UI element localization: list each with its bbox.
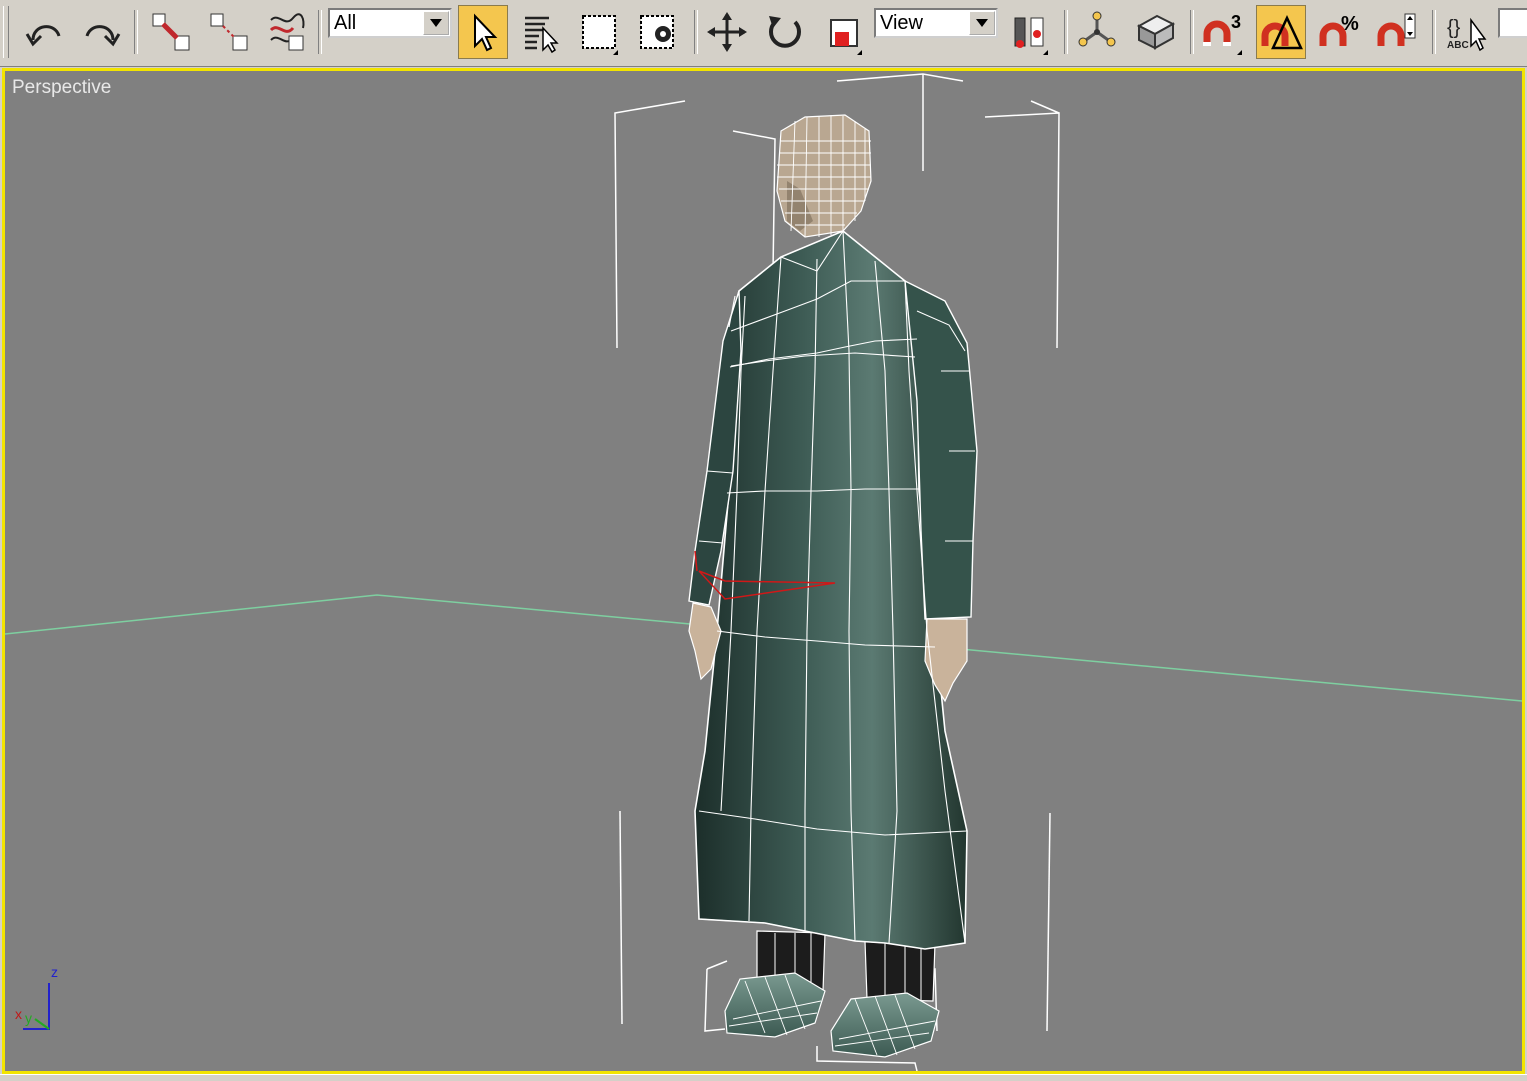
rotate-icon <box>769 16 801 48</box>
percent-snap-icon: % <box>1319 13 1359 46</box>
bind-to-space-warp-button[interactable] <box>262 5 312 59</box>
reference-coordinate-dropdown[interactable]: View <box>874 8 998 38</box>
flyout-indicator <box>857 50 862 55</box>
pivot-center-icon <box>1014 17 1044 48</box>
select-by-name-icon <box>525 16 559 54</box>
svg-text:%: % <box>1341 13 1359 35</box>
snaps-toggle-button[interactable]: 3 <box>1198 5 1248 59</box>
selection-filter-dropdown[interactable]: All <box>328 8 452 38</box>
toolbar-separator <box>1190 10 1194 54</box>
selection-rectangle-icon <box>582 15 616 49</box>
svg-text:{}: {} <box>1447 17 1461 39</box>
spinner-snap-toggle-button[interactable] <box>1372 5 1422 59</box>
unlink-selection-button[interactable] <box>204 5 254 59</box>
svg-text:ABC: ABC <box>1447 40 1469 51</box>
spinner-snap-icon <box>1377 13 1416 46</box>
perspective-viewport[interactable]: Perspective z x y <box>2 68 1525 1074</box>
use-pivot-center-button[interactable] <box>1004 5 1054 59</box>
select-and-manipulate-button[interactable] <box>1072 5 1122 59</box>
main-toolbar: All View 3 % {} ABC <box>0 0 1527 67</box>
toolbar-separator <box>318 10 322 54</box>
select-and-move-button[interactable] <box>702 5 752 59</box>
edit-named-selection-sets-button[interactable]: {} ABC <box>1440 5 1490 59</box>
cursor-arrow-icon <box>474 13 498 52</box>
keyboard-shortcut-override-button[interactable] <box>1130 5 1180 59</box>
manipulate-icon <box>1078 11 1116 47</box>
keyboard-shortcut-icon <box>1136 14 1176 50</box>
chevron-down-icon[interactable] <box>423 11 449 35</box>
toolbar-separator <box>694 10 698 54</box>
toolbar-separator <box>134 10 138 54</box>
reference-coordinate-value: View <box>880 12 923 34</box>
percent-snap-toggle-button[interactable]: % <box>1314 5 1364 59</box>
snap-magnet-icon: 3 <box>1203 12 1241 46</box>
undo-button[interactable] <box>20 5 70 59</box>
axis-x-label: x <box>15 1006 22 1022</box>
toolbar-separator <box>1064 10 1068 54</box>
rectangular-selection-region-button[interactable] <box>574 5 624 59</box>
axis-tripod: z x y <box>15 964 58 1030</box>
select-object-button[interactable] <box>458 5 508 59</box>
select-and-rotate-button[interactable] <box>760 5 810 59</box>
named-selection-set-field[interactable] <box>1498 8 1527 38</box>
flyout-indicator <box>1237 50 1242 55</box>
window-crossing-button[interactable] <box>632 5 682 59</box>
unlink-icon <box>210 13 248 51</box>
flyout-indicator <box>1043 50 1048 55</box>
toolbar-grip[interactable] <box>3 6 9 58</box>
character-model <box>688 114 978 1058</box>
move-icon <box>707 12 747 52</box>
named-selection-icon: {}ABC <box>1447 17 1487 52</box>
redo-button[interactable] <box>76 5 126 59</box>
redo-icon <box>85 25 121 47</box>
svg-text:3: 3 <box>1231 12 1241 32</box>
angle-snap-icon <box>1261 15 1303 50</box>
toolbar-separator <box>1432 10 1436 54</box>
chevron-down-icon[interactable] <box>969 11 995 35</box>
space-warp-icon <box>269 13 305 51</box>
flyout-indicator <box>613 50 618 55</box>
selection-filter-value: All <box>334 12 357 34</box>
angle-snap-toggle-button[interactable] <box>1256 5 1306 59</box>
undo-icon <box>25 25 61 47</box>
link-icon <box>152 13 190 51</box>
select-and-scale-button[interactable] <box>818 5 868 59</box>
select-by-name-button[interactable] <box>516 5 566 59</box>
scale-icon <box>830 19 858 47</box>
axis-y-label: y <box>25 1010 32 1026</box>
select-and-link-button[interactable] <box>146 5 196 59</box>
scene-canvas: z x y <box>5 73 1522 1071</box>
axis-z-label: z <box>51 964 58 980</box>
window-crossing-icon <box>640 15 674 49</box>
